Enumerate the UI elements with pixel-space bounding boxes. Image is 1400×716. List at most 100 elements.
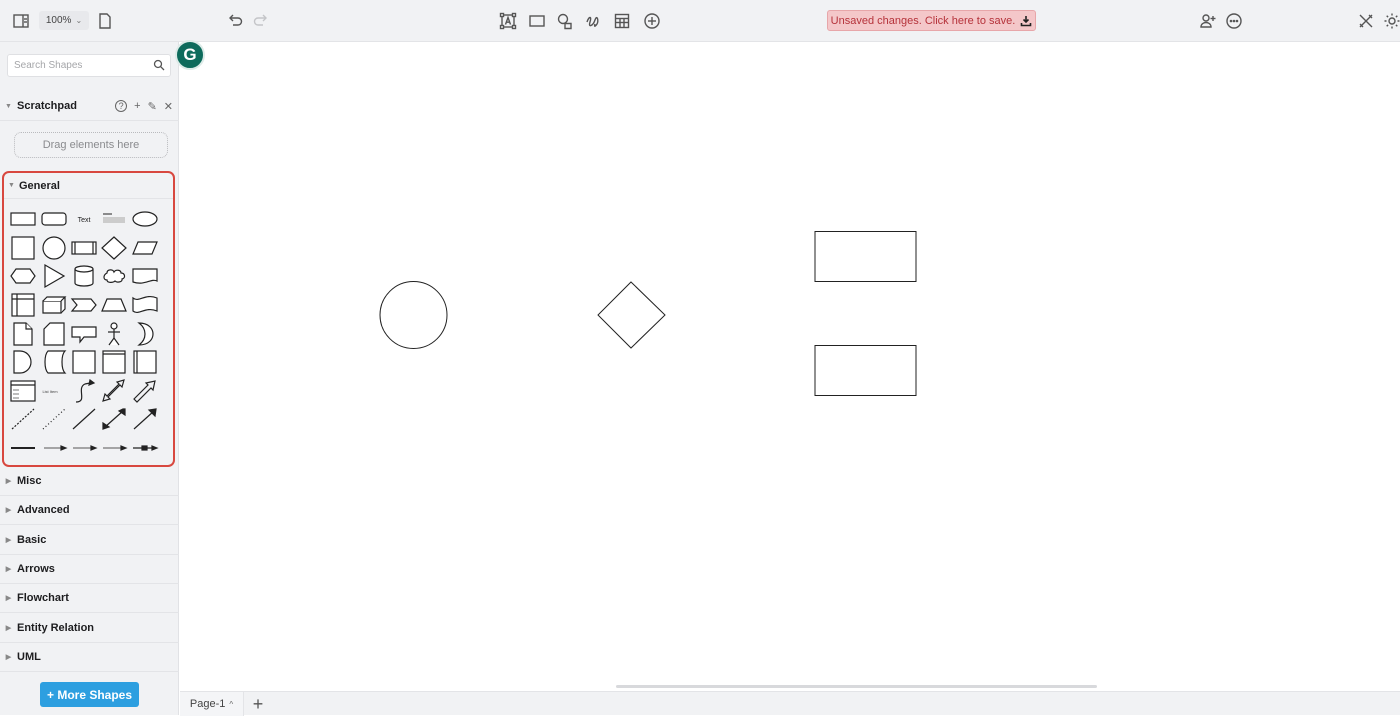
- page-tab[interactable]: Page-1 ^: [180, 692, 244, 716]
- shape-curved-arrow[interactable]: [69, 377, 99, 406]
- shape-rectangle[interactable]: [8, 205, 38, 234]
- shape-delay[interactable]: [8, 348, 38, 377]
- search-input[interactable]: [8, 55, 148, 76]
- shape-arrow[interactable]: [130, 377, 160, 406]
- shape-circle[interactable]: [38, 234, 68, 263]
- shape-connector-3-labels[interactable]: [99, 434, 129, 463]
- search-icon[interactable]: [153, 59, 165, 71]
- theme-icon[interactable]: [1381, 10, 1400, 32]
- more-shapes-button[interactable]: + More Shapes: [40, 682, 139, 707]
- insert-icon[interactable]: [641, 10, 663, 32]
- shape-connector-label[interactable]: [38, 434, 68, 463]
- more-icon[interactable]: [1223, 10, 1245, 32]
- section-flowchart[interactable]: ▶ Flowchart: [0, 584, 179, 614]
- shape-text[interactable]: Text: [69, 205, 99, 234]
- section-misc[interactable]: ▶ Misc: [0, 467, 179, 496]
- shape-connector-2-labels[interactable]: [69, 434, 99, 463]
- shape-card[interactable]: [38, 319, 68, 348]
- table-icon[interactable]: [611, 10, 633, 32]
- shape-list[interactable]: [8, 377, 38, 406]
- search-shapes-field[interactable]: [7, 54, 171, 77]
- undo-icon[interactable]: [224, 10, 246, 32]
- shape-cylinder[interactable]: [69, 262, 99, 291]
- shape-thick-line[interactable]: [8, 434, 38, 463]
- help-icon[interactable]: ?: [115, 100, 128, 112]
- document-icon: [132, 268, 158, 285]
- text-icon[interactable]: [497, 10, 519, 32]
- general-header[interactable]: ▼ General: [4, 173, 173, 199]
- dotted-line-icon: [42, 409, 65, 430]
- shape-bidirectional-connector[interactable]: [99, 405, 129, 434]
- scratchpad-dropzone[interactable]: Drag elements here: [14, 132, 168, 158]
- more-shapes-label: + More Shapes: [46, 687, 133, 702]
- horizontal-scrollbar[interactable]: [616, 685, 1097, 688]
- textbox-icon: [103, 213, 126, 224]
- shape-ellipse[interactable]: [130, 205, 160, 234]
- canvas-rectangle[interactable]: [814, 345, 917, 396]
- shape-list-item[interactable]: List Item: [38, 377, 68, 406]
- chevron-up-icon[interactable]: ^: [229, 700, 233, 709]
- shape-container-side[interactable]: [130, 348, 160, 377]
- shape-square[interactable]: [8, 234, 38, 263]
- add-icon[interactable]: +: [134, 100, 140, 113]
- add-page-button[interactable]: +: [248, 694, 268, 714]
- rectangle-icon[interactable]: [526, 10, 548, 32]
- shape-dashed-line[interactable]: [8, 405, 38, 434]
- scratchpad-header[interactable]: ▼ Scratchpad ? + ✎ ✕: [0, 92, 179, 121]
- diagram-canvas[interactable]: [180, 42, 1400, 691]
- sidebar-toggle-icon[interactable]: [10, 10, 32, 32]
- shape-line[interactable]: [69, 405, 99, 434]
- canvas-rectangle[interactable]: [814, 231, 917, 282]
- shape-triangle[interactable]: [38, 262, 68, 291]
- shape-callout[interactable]: [69, 319, 99, 348]
- shape-textbox[interactable]: [99, 205, 129, 234]
- edit-icon[interactable]: ✎: [148, 100, 157, 113]
- process-icon: [71, 241, 97, 255]
- shape-or[interactable]: [130, 319, 160, 348]
- tools-icon[interactable]: [1355, 10, 1377, 32]
- shape-process[interactable]: [69, 234, 99, 263]
- section-entity-relation[interactable]: ▶ Entity Relation: [0, 614, 179, 643]
- shape-cloud[interactable]: [99, 262, 129, 291]
- section-arrows[interactable]: ▶ Arrows: [0, 555, 179, 584]
- shape-rounded-rectangle[interactable]: [38, 205, 68, 234]
- close-icon[interactable]: ✕: [164, 100, 173, 113]
- shape-tape[interactable]: [130, 291, 160, 320]
- shape-step[interactable]: [69, 291, 99, 320]
- grammarly-icon[interactable]: G: [175, 40, 205, 70]
- shape-diamond[interactable]: [99, 234, 129, 263]
- zoom-dropdown[interactable]: 100% ⌄: [39, 11, 89, 30]
- section-uml[interactable]: ▶ UML: [0, 643, 179, 672]
- expand-triangle-icon: ▼: [8, 182, 15, 189]
- save-notice-button[interactable]: Unsaved changes. Click here to save.: [827, 10, 1036, 31]
- shape-connector-symbol[interactable]: [130, 434, 160, 463]
- shape-hexagon[interactable]: [8, 262, 38, 291]
- shape-container-header[interactable]: [99, 348, 129, 377]
- shape-parallelogram[interactable]: [130, 234, 160, 263]
- collapsed-triangle-icon: ▶: [5, 478, 12, 485]
- shape-cube[interactable]: [38, 291, 68, 320]
- share-icon[interactable]: [1197, 10, 1219, 32]
- shape-document[interactable]: [130, 262, 160, 291]
- canvas-ellipse[interactable]: [379, 281, 448, 349]
- general-section: ▼ General Text List Item: [2, 171, 175, 467]
- shape-data-storage[interactable]: [38, 348, 68, 377]
- shape-internal-storage[interactable]: [8, 291, 38, 320]
- shape-dotted-line[interactable]: [38, 405, 68, 434]
- shape-bidirectional-arrow[interactable]: [99, 377, 129, 406]
- tape-icon: [132, 296, 158, 314]
- redo-icon[interactable]: [250, 10, 272, 32]
- shape-actor[interactable]: [99, 319, 129, 348]
- section-advanced[interactable]: ▶ Advanced: [0, 496, 179, 526]
- shape-trapezoid[interactable]: [99, 291, 129, 320]
- shape-directional-connector[interactable]: [130, 405, 160, 434]
- triangle-icon: [43, 264, 65, 289]
- canvas-diamond[interactable]: [597, 281, 666, 349]
- section-basic[interactable]: ▶ Basic: [0, 526, 179, 555]
- shapes-icon[interactable]: [554, 10, 576, 32]
- freehand-icon[interactable]: [582, 10, 604, 32]
- page-icon[interactable]: [94, 10, 116, 32]
- bidirectional-connector-icon: [102, 408, 126, 431]
- shape-rect-square[interactable]: [69, 348, 99, 377]
- shape-note[interactable]: [8, 319, 38, 348]
